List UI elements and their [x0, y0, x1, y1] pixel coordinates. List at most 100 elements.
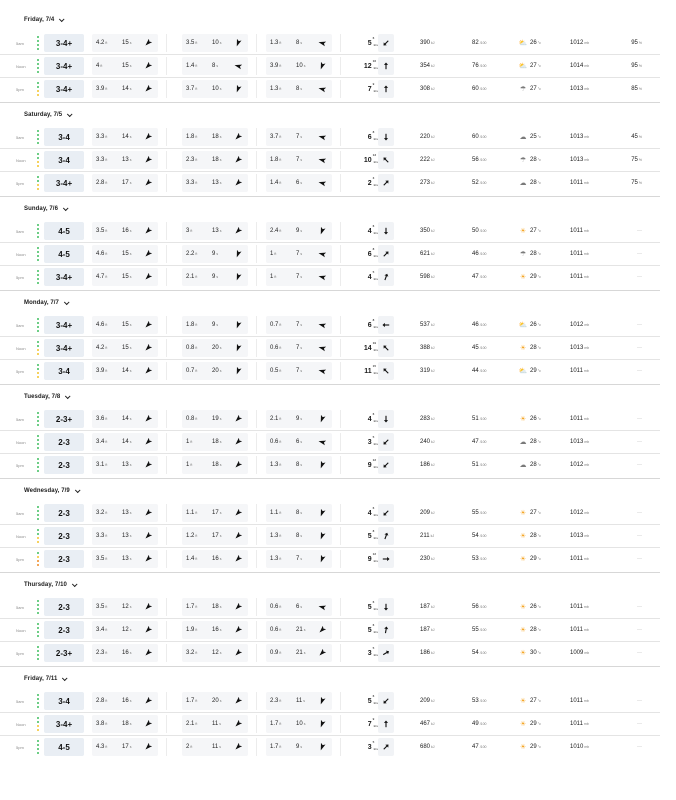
chevron-down-icon[interactable]: [71, 580, 78, 587]
unit-celsius: °c: [537, 463, 541, 467]
forecast-row[interactable]: Noon 2-3 3.4 ft 14 s 1 ft 18 s 0.6 ft 6 s 3 5 kts 240 kJ 47…: [0, 431, 660, 454]
swell-height: 3.7 ft: [186, 80, 197, 98]
unit-s: s: [129, 275, 132, 279]
swell-height-value: 3.1: [96, 462, 105, 468]
swell-1: 3.5 ft 16 s: [92, 222, 158, 240]
swell-2: 3 ft 13 s: [182, 222, 248, 240]
forecast-row[interactable]: Noon 2-3 3.4 ft 12 s 1.9 ft 16 s 0.6 ft 21 s 5 6 kts 187 k…: [0, 619, 660, 642]
day-header[interactable]: Thursday, 7/10: [0, 572, 660, 596]
chevron-down-icon[interactable]: [74, 486, 81, 493]
swell-period-value: 7: [296, 345, 300, 351]
unit-mb: mb: [584, 511, 590, 515]
swell-period-value: 15: [122, 274, 129, 280]
pressure-value: 1013: [570, 439, 584, 445]
forecast-row[interactable]: 5pm 2-3 3.5 ft 13 s 1.4 ft 16 s 1.3 ft 7 s 9 12 kts 230 kJ…: [0, 548, 660, 571]
day-header[interactable]: Friday, 7/4: [0, 8, 660, 32]
rating-dot: [36, 439, 39, 441]
forecast-row[interactable]: Noon 3-4+ 4.2 ft 15 s 0.8 ft 20 s 0.6 ft 7 s 14 19 kts 38…: [0, 337, 660, 360]
forecast-row[interactable]: 5am 2-3+ 3.6 ft 14 s 0.8 ft 19 s 2.1 ft 9 s 4 6 kts 283 kJ…: [0, 408, 660, 431]
swell-direction-icon: [235, 227, 242, 234]
forecast-row[interactable]: 5am 4-5 3.5 ft 16 s 3 ft 13 s 2.4 ft 9 s 4 6 kts 350 kJ 50/…: [0, 220, 660, 243]
swell-direction-icon: [320, 509, 326, 517]
consistency-value: 54: [472, 650, 479, 656]
swell-period: 9s: [296, 738, 302, 756]
day-header[interactable]: Friday, 7/11: [0, 666, 660, 690]
swell-period-value: 7: [296, 274, 300, 280]
rating-dot: [36, 282, 39, 284]
consistency-value: 55: [472, 510, 479, 516]
unit-s: s: [129, 369, 132, 373]
forecast-row[interactable]: 5pm 3-4+ 2.8 ft 17 s 3.3 ft 13 s 1.4 ft 6 s 2 3 kts 273 kJ…: [0, 172, 660, 195]
chevron-down-icon[interactable]: [62, 674, 68, 681]
forecast-row[interactable]: 5pm 2-3 3.1 ft 13 s 1 ft 18 s 1.3 ft 8 s 9 12 kts 186 kJ 51…: [0, 454, 660, 477]
unit-celsius: °c: [537, 651, 541, 655]
pressure: 1011 mb: [570, 408, 610, 430]
swell-period: 8s: [296, 527, 302, 545]
chevron-down-icon[interactable]: [63, 298, 70, 305]
unit-per-100: /100: [479, 463, 487, 467]
swell-period: 14 s: [122, 362, 131, 380]
swell-height: 0.8 ft: [186, 410, 197, 428]
unit-per-100: /100: [479, 722, 487, 726]
consistency: 51/100: [472, 408, 512, 430]
forecast-row[interactable]: 5pm 3-4+ 3.9 ft 14 s 3.7 ft 10 s 1.3 ft 8 s 7 9 kts 308 kJ…: [0, 78, 660, 101]
forecast-row[interactable]: 5am 3-4 2.8 ft 16 s 1.7 ft 20 s 2.3 ft 11 s 5 6 kts 209 kJ…: [0, 690, 660, 713]
time-label: 5am: [16, 40, 24, 46]
forecast-row[interactable]: 5am 2-3 3.2 ft 13 s 1.1 ft 17 s 1.1 ft 8 s 4 6 kts 209 kJ 5…: [0, 502, 660, 525]
day-header[interactable]: Saturday, 7/5: [0, 102, 660, 126]
wind-speed: 4 6 kts: [356, 220, 378, 242]
consistency-value: 53: [472, 698, 479, 704]
swell-period: 7s: [296, 151, 302, 169]
swell-height: 0.6 ft: [270, 433, 281, 451]
day-header[interactable]: Wednesday, 7/9: [0, 478, 660, 502]
forecast-row[interactable]: Noon 2-3 3.3 ft 13 s 1.2 ft 17 s 1.3 ft 8 s 5 8 kts 211 kJ…: [0, 525, 660, 548]
chevron-down-icon[interactable]: [59, 16, 65, 23]
unit-ft: ft: [105, 369, 108, 373]
pressure: 1013 mb: [570, 337, 610, 359]
unit-ft: ft: [279, 181, 282, 185]
cloud-icon: ☁: [519, 134, 527, 141]
unit-s: s: [300, 275, 303, 279]
swell-period: 9s: [296, 222, 302, 240]
unit-ft: ft: [279, 135, 282, 139]
column-divider: [340, 57, 341, 75]
wind-direction: [378, 456, 394, 474]
forecast-row[interactable]: 5am 3-4+ 4.2 ft 15 s 3.5 ft 10 s 1.3 ft 8 s 5 6 kts 390 kJ…: [0, 32, 660, 55]
wind-direction-arrow-icon: [382, 556, 390, 562]
forecast-row[interactable]: 5am 3-4 3.3 ft 14 s 1.8 ft 18 s 3.7 ft 7 s 6 8 kts 220 kJ 6…: [0, 126, 660, 149]
unit-s: s: [219, 511, 222, 515]
forecast-row[interactable]: Noon 3-4+ 4 ft 15 s 1.4 ft 8 s 3.9 ft 10 s 12 16 kts 354 k…: [0, 55, 660, 78]
forecast-row[interactable]: 5pm 4-5 4.3 ft 17 s 2 ft 11 s 1.7 ft 9 s 3 5 kts 680 kJ 47/…: [0, 736, 660, 759]
swell-direction-icon: [320, 227, 326, 235]
swell-period: 20 s: [212, 362, 221, 380]
forecast-row[interactable]: 5am 2-3 3.5 ft 12 s 1.7 ft 18 s 0.6 ft 6 s 5 6 kts 187 kJ 5…: [0, 596, 660, 619]
forecast-row[interactable]: 5pm 2-3+ 2.3 ft 16 s 3.2 ft 12 s 0.9 ft 21 s 3 5 kts 186 k…: [0, 642, 660, 665]
forecast-row[interactable]: Noon 3-4 3.3 ft 13 s 2.3 ft 18 s 1.8 ft 7 s 10 13 kts 222…: [0, 149, 660, 172]
forecast-row[interactable]: Noon 3-4+ 3.8 ft 18 s 2.1 ft 11 s 1.7 ft 10 s 7 9 kts 467…: [0, 713, 660, 736]
swell-period: 12 s: [212, 644, 221, 662]
unit-ft: ft: [190, 440, 193, 444]
partly-icon: ⛅: [518, 63, 528, 70]
swell-height-value: 1.1: [270, 510, 279, 516]
forecast-row[interactable]: 5am 3-4+ 4.6 ft 15 s 1.8 ft 9 s 0.7 ft 7 s 6 8 kts 537 kJ 4…: [0, 314, 660, 337]
wind-speed-value: 3: [367, 743, 372, 751]
day-header[interactable]: Sunday, 7/6: [0, 196, 660, 220]
chevron-down-icon[interactable]: [62, 204, 69, 211]
day-header[interactable]: Monday, 7/7: [0, 290, 660, 314]
swell-energy: 220 kJ: [420, 126, 460, 148]
energy-value: 283: [420, 416, 431, 422]
pressure-value: 1011: [570, 698, 583, 704]
swell-period-value: 12: [212, 650, 219, 656]
swell-period: 7s: [296, 268, 302, 286]
forecast-row[interactable]: 5pm 3-4 3.9 ft 14 s 0.7 ft 20 s 0.5 ft 7 s 11 15 kts 319 k…: [0, 360, 660, 383]
forecast-row[interactable]: 5pm 3-4+ 4.7 ft 15 s 2.1 ft 9 s 1 ft 7 s 4 5 kts 598 kJ 47/…: [0, 266, 660, 289]
unit-ft: ft: [279, 557, 282, 561]
day-header[interactable]: Tuesday, 7/8: [0, 384, 660, 408]
chevron-down-icon[interactable]: [67, 110, 73, 117]
forecast-row[interactable]: Noon 4-5 4.6 ft 15 s 2.2 ft 9 s 1 ft 7 s 6 8 kts 621 kJ 46/…: [0, 243, 660, 266]
chevron-down-icon[interactable]: [65, 392, 71, 399]
rating-indicator: [36, 435, 39, 449]
rating-dot: [36, 564, 39, 566]
swell-period-value: 7: [296, 157, 300, 163]
temperature-value: 29: [530, 721, 537, 727]
